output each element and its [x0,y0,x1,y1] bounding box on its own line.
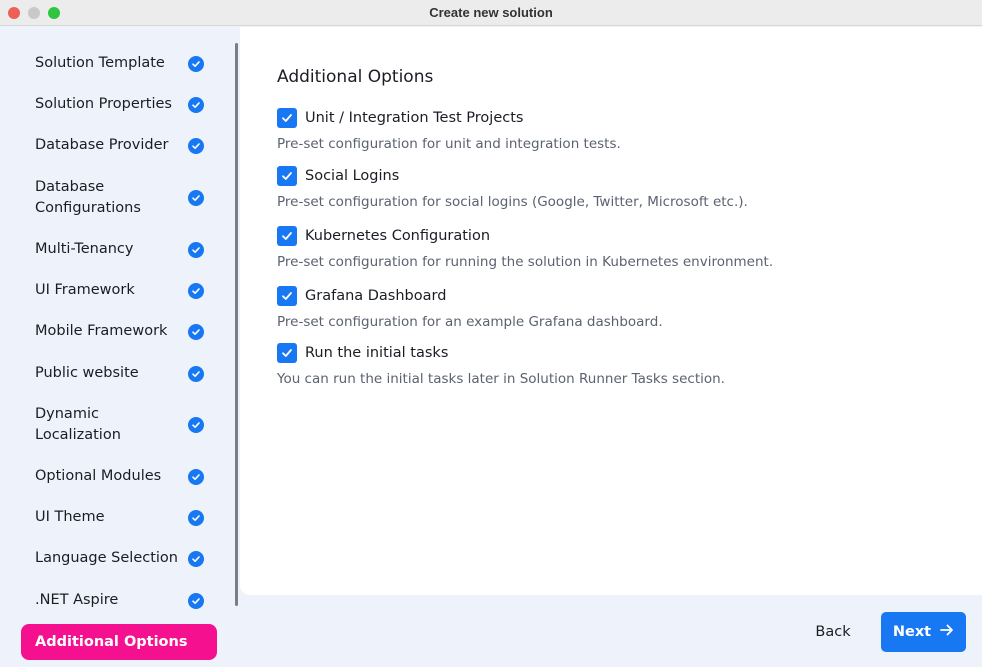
step-label: Public website [35,365,139,381]
sidebar-scrollbar[interactable] [235,43,238,606]
step-database-configurations[interactable]: Database Configurations [21,177,217,219]
step-ui-theme[interactable]: UI Theme [21,507,217,528]
step-label: Database Configurations [35,179,141,216]
step-multi-tenancy[interactable]: Multi-Tenancy [21,239,217,260]
check-circle-icon [188,592,204,609]
step-solution-template[interactable]: Solution Template [21,53,217,74]
check-circle-icon [188,323,204,340]
step-label: Additional Options [35,633,188,650]
title-bar: Create new solution [0,0,982,26]
step-solution-properties[interactable]: Solution Properties [21,94,217,115]
step-additional-options[interactable]: Additional Options [21,624,217,660]
arrow-right-icon [940,624,954,640]
next-button-label: Next [892,624,932,640]
page-title: Additional Options [277,67,434,87]
check-circle-icon [188,241,204,258]
check-circle-icon [188,509,204,526]
step-optional-modules[interactable]: Optional Modules [21,466,217,487]
step-label: UI Theme [35,509,105,525]
step-mobile-framework[interactable]: Mobile Framework [21,321,217,342]
initial-tasks-checkbox[interactable] [277,343,297,363]
option-social-logins: Social Logins Pre-set configuration for … [277,166,748,210]
option-initial-tasks: Run the initial tasks You can run the in… [277,343,725,387]
option-description: Pre-set configuration for social logins … [277,194,748,210]
main-panel: Additional Options Unit / Integration Te… [240,27,982,595]
step-label: Solution Properties [35,96,172,112]
step-label: Optional Modules [35,468,162,484]
check-circle-icon [188,417,204,433]
step-dynamic-localization[interactable]: Dynamic Localization [21,404,217,446]
wizard-steps-sidebar: Solution Template Solution Properties Da… [0,27,238,667]
option-description: Pre-set configuration for unit and integ… [277,136,621,152]
option-unit-integration-tests: Unit / Integration Test Projects Pre-set… [277,108,621,152]
step-database-provider[interactable]: Database Provider [21,135,217,156]
check-circle-icon [188,550,204,567]
option-description: You can run the initial tasks later in S… [277,371,725,387]
check-circle-icon [188,137,204,154]
next-button[interactable]: Next [881,612,966,652]
option-description: Pre-set configuration for an example Gra… [277,314,663,330]
step-public-website[interactable]: Public website [21,363,217,384]
step-label: UI Framework [35,282,135,298]
back-button-label: Back [815,624,851,640]
option-label: Grafana Dashboard [305,288,447,304]
option-grafana: Grafana Dashboard Pre-set configuration … [277,286,663,330]
social-logins-checkbox[interactable] [277,166,297,186]
option-label: Social Logins [305,168,400,184]
check-circle-icon [188,282,204,299]
option-description: Pre-set configuration for running the so… [277,254,774,270]
option-label: Kubernetes Configuration [305,228,491,244]
step-label: Language Selection [35,550,178,566]
option-label: Run the initial tasks [305,345,449,361]
step-label: .NET Aspire [35,592,119,608]
grafana-checkbox[interactable] [277,286,297,306]
unit-tests-checkbox[interactable] [277,108,297,128]
step-label: Solution Template [35,55,165,71]
step-dotnet-aspire[interactable]: .NET Aspire [21,590,217,611]
window-title: Create new solution [429,5,553,20]
check-circle-icon [188,55,204,72]
step-label: Database Provider [35,137,169,153]
step-label: Multi-Tenancy [35,241,134,257]
step-label: Dynamic Localization [35,406,121,443]
check-circle-icon [188,96,204,113]
step-ui-framework[interactable]: UI Framework [21,280,217,301]
step-label: Mobile Framework [35,323,168,339]
check-circle-icon [188,190,204,206]
back-button[interactable]: Back [803,613,863,651]
check-circle-icon [188,468,204,485]
step-language-selection[interactable]: Language Selection [21,548,217,569]
option-kubernetes: Kubernetes Configuration Pre-set configu… [277,226,773,270]
option-label: Unit / Integration Test Projects [305,110,524,126]
check-circle-icon [188,365,204,382]
kubernetes-checkbox[interactable] [277,226,297,246]
